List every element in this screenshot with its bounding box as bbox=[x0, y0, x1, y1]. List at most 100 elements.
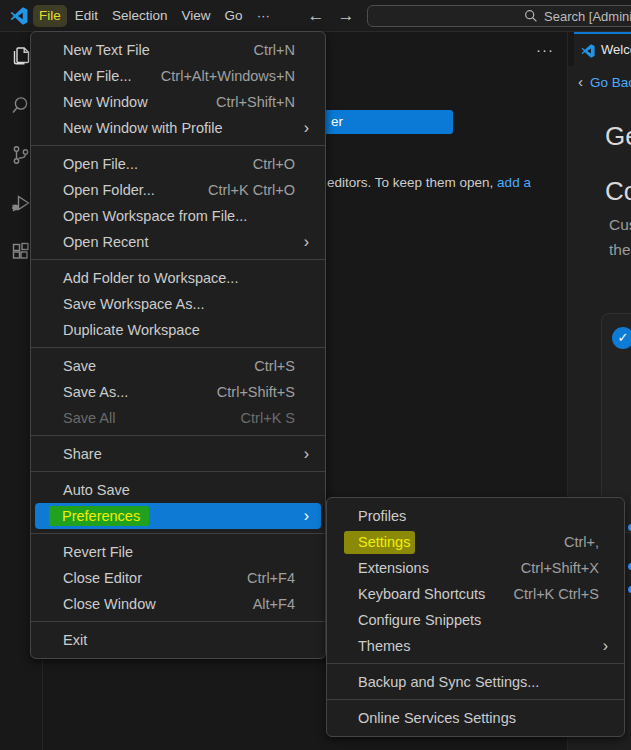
menu-item-label: Online Services Settings bbox=[358, 710, 516, 726]
welcome-heading-line2: Co bbox=[605, 176, 631, 207]
tab-welcome[interactable]: Welco bbox=[574, 32, 631, 66]
menu-item-label: Save Workspace As... bbox=[63, 296, 205, 312]
menu-item-shortcut: Ctrl+K Ctrl+S bbox=[514, 586, 599, 602]
menu-item-label: Duplicate Workspace bbox=[63, 322, 200, 338]
menu-separator bbox=[327, 699, 624, 700]
sidebar-primary-button-label: er bbox=[331, 114, 343, 129]
menu-item-label: Add Folder to Workspace... bbox=[63, 270, 238, 286]
menu-item-new-window[interactable]: New WindowCtrl+Shift+N bbox=[31, 89, 325, 115]
menu-item-exit[interactable]: Exit bbox=[31, 627, 325, 653]
chevron-right-icon: › bbox=[304, 508, 309, 524]
menu-item-open-file[interactable]: Open File... Ctrl+O bbox=[31, 151, 325, 177]
menu-item-new-text-file[interactable]: New Text File Ctrl+N bbox=[31, 37, 325, 63]
menu-item-save-workspace-as[interactable]: Save Workspace As... bbox=[31, 291, 325, 317]
chevron-left-icon: ‹ bbox=[578, 73, 583, 90]
menu-item-backup-and-sync-settings[interactable]: Backup and Sync Settings... bbox=[327, 669, 624, 695]
menu-item-label: New Window with Profile bbox=[63, 120, 223, 136]
menu-item-label: Preferences bbox=[49, 506, 149, 526]
menubar-item-more[interactable]: ··· bbox=[251, 5, 277, 27]
menu-item-extensions[interactable]: Extensions Ctrl+Shift+X bbox=[327, 555, 624, 581]
menu-item-shortcut: Ctrl+S bbox=[254, 358, 295, 374]
add-folder-link[interactable]: add a bbox=[497, 175, 531, 190]
menubar-item-go[interactable]: Go bbox=[219, 5, 249, 27]
menu-item-open-recent[interactable]: Open Recent › bbox=[31, 229, 325, 255]
sidebar-more-actions[interactable]: ··· bbox=[536, 41, 554, 58]
menu-item-shortcut: Alt+F4 bbox=[253, 596, 295, 612]
welcome-heading-line1: Ge bbox=[605, 121, 631, 152]
menu-item-label: Save All bbox=[63, 410, 115, 426]
menubar-item-file[interactable]: File bbox=[33, 5, 67, 27]
menu-item-profiles[interactable]: Profiles bbox=[327, 503, 624, 529]
menu-item-label: Extensions bbox=[358, 560, 429, 576]
menu-item-share[interactable]: Share › bbox=[31, 441, 325, 467]
command-center-search[interactable]: Search [Adminis bbox=[367, 5, 631, 27]
sidebar-primary-button[interactable]: er bbox=[326, 110, 453, 134]
menu-separator bbox=[31, 533, 325, 534]
menu-item-shortcut: Ctrl+K Ctrl+O bbox=[208, 182, 295, 198]
go-back-label: Go Bac bbox=[590, 75, 631, 90]
vscode-logo-icon bbox=[581, 44, 595, 58]
menu-item-label: Close Window bbox=[63, 596, 156, 612]
menu-item-label: Keyboard Shortcuts bbox=[358, 586, 485, 602]
welcome-paragraph-line1: Cus bbox=[609, 216, 631, 234]
menu-item-label: Themes bbox=[358, 638, 410, 654]
menu-item-preferences[interactable]: Preferences › bbox=[35, 503, 321, 529]
menu-item-revert-file[interactable]: Revert File bbox=[31, 539, 325, 565]
menubar-item-selection[interactable]: Selection bbox=[106, 5, 174, 27]
menu-item-close-editor[interactable]: Close EditorCtrl+F4 bbox=[31, 565, 325, 591]
menu-item-shortcut: Ctrl+F4 bbox=[247, 570, 295, 586]
menu-item-shortcut: Ctrl+N bbox=[254, 42, 296, 58]
menu-item-add-folder-to-workspace[interactable]: Add Folder to Workspace... bbox=[31, 265, 325, 291]
menu-separator bbox=[31, 471, 325, 472]
menu-item-label: Save As... bbox=[63, 384, 128, 400]
go-back-link[interactable]: ‹ Go Bac bbox=[578, 73, 631, 90]
menu-item-save-as[interactable]: Save As...Ctrl+Shift+S bbox=[31, 379, 325, 405]
menubar-item-view[interactable]: View bbox=[176, 5, 217, 27]
menu-item-save[interactable]: SaveCtrl+S bbox=[31, 353, 325, 379]
menu-item-shortcut: Ctrl+K S bbox=[241, 410, 295, 426]
menu-item-keyboard-shortcuts[interactable]: Keyboard Shortcuts Ctrl+K Ctrl+S bbox=[327, 581, 624, 607]
chevron-right-icon: › bbox=[304, 446, 309, 462]
menu-item-open-workspace-from-file[interactable]: Open Workspace from File... bbox=[31, 203, 325, 229]
step-complete-checkmark-icon: ✓ bbox=[612, 327, 631, 349]
menu-item-save-all: Save All Ctrl+K S bbox=[31, 405, 325, 431]
search-text: Search [Adminis bbox=[544, 9, 631, 24]
title-bar: FileEditSelectionViewGo··· ← → Search [A… bbox=[0, 0, 631, 32]
chevron-right-icon: › bbox=[304, 120, 309, 136]
history-back-button[interactable]: ← bbox=[301, 3, 331, 29]
history-forward-button[interactable]: → bbox=[331, 3, 361, 29]
menu-item-shortcut: Ctrl+Alt+Windows+N bbox=[161, 68, 295, 84]
menu-item-duplicate-workspace[interactable]: Duplicate Workspace bbox=[31, 317, 325, 343]
menu-item-label: Profiles bbox=[358, 508, 406, 524]
menu-item-label: Backup and Sync Settings... bbox=[358, 674, 539, 690]
menu-item-close-window[interactable]: Close Window Alt+F4 bbox=[31, 591, 325, 617]
menu-item-auto-save[interactable]: Auto Save bbox=[31, 477, 325, 503]
menu-separator bbox=[31, 435, 325, 436]
menu-item-settings[interactable]: Settings Ctrl+, bbox=[327, 529, 624, 555]
menu-item-label: Settings bbox=[344, 531, 415, 554]
menu-item-label: New File... bbox=[63, 68, 132, 84]
menu-item-new-file[interactable]: New File... Ctrl+Alt+Windows+N bbox=[31, 63, 325, 89]
menu-item-label: Share bbox=[63, 446, 102, 462]
sidebar-message-text: editors. To keep them open, bbox=[327, 175, 497, 190]
chevron-right-icon: › bbox=[304, 234, 309, 250]
menu-separator bbox=[31, 145, 325, 146]
menu-item-shortcut: Ctrl+Shift+X bbox=[521, 560, 599, 576]
search-icon bbox=[524, 9, 538, 23]
menu-item-label: New Window bbox=[63, 94, 148, 110]
menu-item-themes[interactable]: Themes› bbox=[327, 633, 624, 659]
menu-item-label: New Text File bbox=[63, 42, 150, 58]
menu-item-new-window-with-profile[interactable]: New Window with Profile › bbox=[31, 115, 325, 141]
sidebar-message: editors. To keep them open, add a bbox=[327, 175, 531, 190]
menu-separator bbox=[31, 621, 325, 622]
menu-item-open-folder[interactable]: Open Folder...Ctrl+K Ctrl+O bbox=[31, 177, 325, 203]
menu-item-shortcut: Ctrl+, bbox=[564, 534, 599, 550]
menubar-item-edit[interactable]: Edit bbox=[69, 5, 104, 27]
menu-item-label: Open File... bbox=[63, 156, 138, 172]
menu-item-label: Open Recent bbox=[63, 234, 148, 250]
menu-item-shortcut: Ctrl+O bbox=[253, 156, 295, 172]
menu-item-configure-snippets[interactable]: Configure Snippets bbox=[327, 607, 624, 633]
menu-item-online-services-settings[interactable]: Online Services Settings bbox=[327, 705, 624, 731]
menu-item-label: Configure Snippets bbox=[358, 612, 481, 628]
tab-label: Welco bbox=[601, 34, 631, 66]
